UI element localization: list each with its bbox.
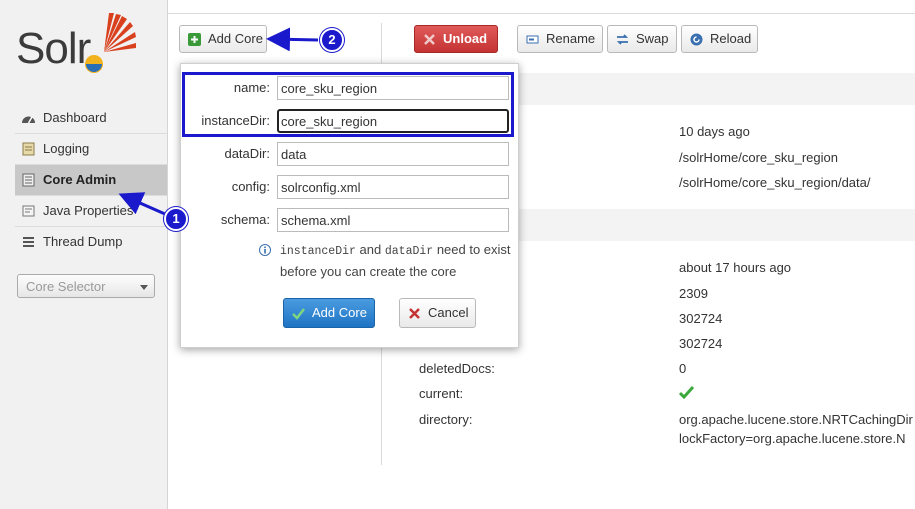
note-code-datadir: dataDir xyxy=(384,245,434,258)
java-properties-icon xyxy=(22,205,35,217)
logging-icon xyxy=(22,142,35,156)
solr-sun-icon xyxy=(85,13,136,73)
dashboard-icon xyxy=(22,116,35,124)
annotation-badge-2: 2 xyxy=(320,28,344,52)
check-icon xyxy=(292,308,305,320)
directory-key: directory: xyxy=(419,412,473,427)
datadir-input[interactable] xyxy=(277,142,509,166)
sidebar-item-label: Core Admin xyxy=(43,172,117,187)
unload-button[interactable]: Unload xyxy=(414,25,498,53)
dialog-add-core-label: Add Core xyxy=(312,305,367,320)
config-label: config: xyxy=(231,179,270,194)
thread-dump-icon xyxy=(23,237,34,247)
instancedir-row: instanceDir: xyxy=(181,109,520,133)
plus-icon xyxy=(188,33,201,46)
index-maxdoc-value: 302724 xyxy=(679,336,723,351)
reload-icon xyxy=(690,33,703,46)
info-icon xyxy=(259,244,271,256)
schema-input[interactable] xyxy=(277,208,509,232)
sidebar-nav: Dashboard Logging Core Admin Java Proper… xyxy=(15,103,167,257)
name-input[interactable] xyxy=(277,76,509,100)
index-numdocs-value: 302724 xyxy=(679,311,723,326)
datadir-label: dataDir: xyxy=(224,146,270,161)
unload-label: Unload xyxy=(443,31,488,46)
index-version-value: 2309 xyxy=(679,286,708,301)
swap-button[interactable]: Swap xyxy=(607,25,677,53)
rename-label: Rename xyxy=(546,31,596,46)
core-selector-dropdown[interactable]: Core Selector xyxy=(17,274,155,298)
schema-row: schema: xyxy=(181,208,520,232)
sidebar: Solr Dashboard Logging Core Admin Java P… xyxy=(0,0,168,509)
name-label: name: xyxy=(233,80,270,95)
rename-icon xyxy=(526,35,539,44)
current-key: current: xyxy=(419,386,464,401)
swap-icon xyxy=(616,34,629,45)
config-input[interactable] xyxy=(277,175,509,199)
sidebar-item-label: Logging xyxy=(43,141,90,156)
rename-button[interactable]: Rename xyxy=(517,25,603,53)
solr-logo[interactable]: Solr xyxy=(14,12,154,84)
datadir-row: dataDir: xyxy=(181,142,520,166)
annotation-badge-1: 1 xyxy=(164,207,188,231)
add-core-dialog: name: instanceDir: dataDir: config: sche… xyxy=(180,63,519,348)
add-core-label: Add Core xyxy=(208,31,263,46)
reload-button[interactable]: Reload xyxy=(681,25,758,53)
add-core-button[interactable]: Add Core xyxy=(179,25,267,53)
core-instance-dir-value: /solrHome/core_sku_region xyxy=(679,150,838,165)
core-start-time-value: 10 days ago xyxy=(679,124,750,139)
note-code-instancedir: instanceDir xyxy=(280,245,356,258)
sidebar-item-java-properties[interactable]: Java Properties xyxy=(15,196,167,227)
core-data-dir-value: /solrHome/core_sku_region/data/ xyxy=(679,175,871,190)
sidebar-item-logging[interactable]: Logging xyxy=(15,134,167,165)
sidebar-item-dashboard[interactable]: Dashboard xyxy=(15,103,167,134)
x-icon xyxy=(424,34,435,45)
close-icon xyxy=(409,308,420,319)
reload-label: Reload xyxy=(710,31,752,46)
sidebar-item-label: Java Properties xyxy=(43,203,134,218)
directory-value: org.apache.lucene.store.NRTCachingDir xyxy=(679,412,913,427)
config-row: config: xyxy=(181,175,520,199)
instancedir-input[interactable] xyxy=(277,109,509,133)
core-admin-icon xyxy=(22,173,35,187)
directory-lockfactory-value: lockFactory=org.apache.lucene.store.N xyxy=(679,431,906,446)
chevron-down-icon xyxy=(140,285,148,290)
info-note: instanceDir and dataDir need to exist be… xyxy=(280,240,520,282)
dialog-cancel-button[interactable]: Cancel xyxy=(399,298,476,328)
top-divider xyxy=(168,13,915,14)
swap-label: Swap xyxy=(636,31,669,46)
core-selector-label: Core Selector xyxy=(26,279,106,294)
deleted-docs-key: deletedDocs: xyxy=(419,361,495,376)
name-row: name: xyxy=(181,76,520,100)
sidebar-item-label: Dashboard xyxy=(43,110,107,125)
sidebar-item-label: Thread Dump xyxy=(43,234,123,249)
checkmark-icon xyxy=(679,385,694,399)
instancedir-label: instanceDir: xyxy=(201,113,270,128)
index-last-modified-value: about 17 hours ago xyxy=(679,260,792,275)
deleted-docs-value: 0 xyxy=(679,361,687,376)
dialog-cancel-label: Cancel xyxy=(428,305,469,320)
schema-label: schema: xyxy=(220,212,270,227)
note-and: and xyxy=(359,242,382,257)
dialog-add-core-button[interactable]: Add Core xyxy=(283,298,375,328)
sidebar-item-thread-dump[interactable]: Thread Dump xyxy=(15,227,167,257)
sidebar-item-core-admin[interactable]: Core Admin xyxy=(15,165,167,196)
